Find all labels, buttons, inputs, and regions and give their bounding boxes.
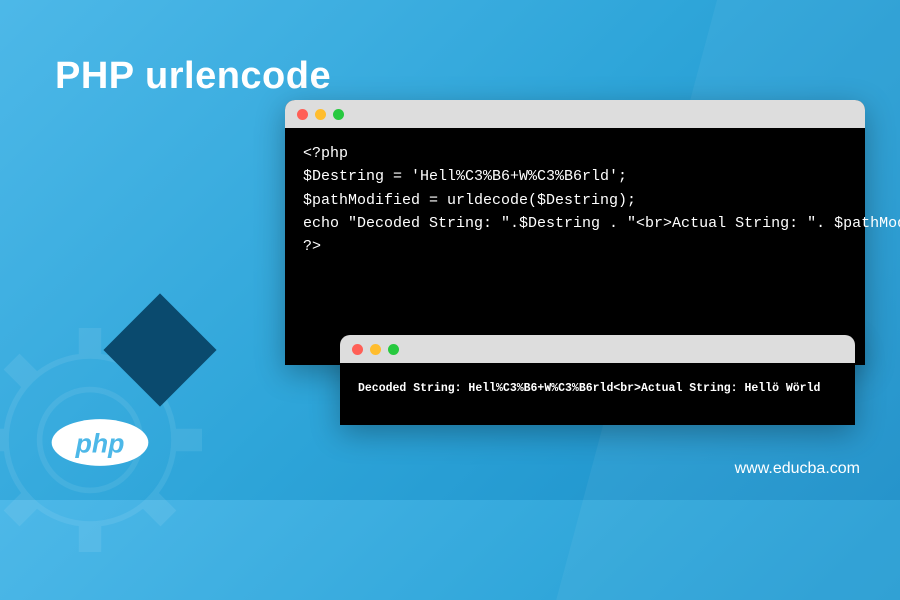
website-url: www.educba.com: [735, 460, 860, 478]
code-line: <?php: [303, 145, 348, 162]
code-window-output: Decoded String: Hell%C3%B6+W%C3%B6rld<br…: [340, 335, 855, 425]
minimize-icon: [315, 109, 326, 120]
code-line: ?>: [303, 238, 321, 255]
window-titlebar: [285, 100, 865, 128]
minimize-icon: [370, 344, 381, 355]
page-title: PHP urlencode: [55, 55, 331, 98]
maximize-icon: [333, 109, 344, 120]
source-code: <?php $Destring = 'Hell%C3%B6+W%C3%B6rld…: [285, 128, 865, 272]
code-line: $pathModified = urldecode($Destring);: [303, 192, 636, 209]
php-logo: php: [50, 415, 150, 470]
svg-text:php: php: [75, 429, 125, 459]
window-titlebar: [340, 335, 855, 363]
code-line: echo "Decoded String: ".$Destring . "<br…: [303, 215, 900, 232]
code-line: $Destring = 'Hell%C3%B6+W%C3%B6rld';: [303, 168, 627, 185]
output-text: Decoded String: Hell%C3%B6+W%C3%B6rld<br…: [340, 363, 855, 415]
maximize-icon: [388, 344, 399, 355]
close-icon: [297, 109, 308, 120]
code-window-source: <?php $Destring = 'Hell%C3%B6+W%C3%B6rld…: [285, 100, 865, 365]
close-icon: [352, 344, 363, 355]
